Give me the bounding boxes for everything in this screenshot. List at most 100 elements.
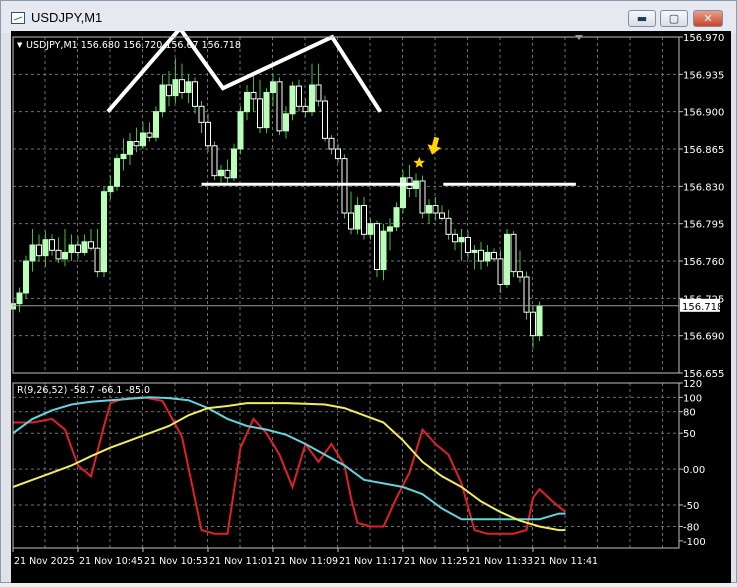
bear-candle	[523, 276, 530, 313]
bull-candle	[263, 91, 270, 129]
bull-candle	[107, 185, 114, 193]
bear-candle	[49, 239, 55, 251]
bull-candle	[309, 84, 315, 113]
y-tick-label: 156.760	[683, 257, 724, 268]
bear-candle	[517, 271, 523, 278]
bear-candle	[211, 145, 218, 177]
bull-candle	[185, 81, 192, 93]
arrow-down-icon	[427, 136, 442, 155]
bull-candle	[114, 158, 120, 187]
window-titlebar[interactable]: USDJPY,M1 ▬ ▢ ✕	[1, 1, 736, 33]
bear-candle	[322, 100, 328, 139]
bull-candle	[140, 132, 146, 147]
bull-candle	[172, 79, 179, 97]
y-tick-label: 156.935	[683, 70, 724, 81]
bull-candle	[218, 169, 224, 177]
bear-candle	[302, 105, 309, 113]
price-chart-svg: 156.970 156.935 156.900 156.865 156.830 156.7…	[10, 25, 724, 567]
bear-candle	[94, 247, 101, 273]
bull-candle	[231, 148, 237, 179]
bull-candle	[387, 226, 393, 232]
bull-candle	[23, 260, 29, 294]
window-title: USDJPY,M1	[31, 10, 103, 25]
bear-candle	[510, 233, 517, 273]
x-tick-label: 21 Nov 11:17	[339, 556, 403, 567]
bull-candle	[120, 153, 127, 160]
bull-candle	[237, 111, 244, 150]
bear-candle	[276, 81, 283, 132]
bull-candle	[354, 205, 361, 230]
bull-candle	[62, 251, 68, 260]
rsi-red-line	[13, 396, 567, 535]
bear-candle	[198, 105, 205, 123]
bear-candle	[432, 205, 439, 214]
bear-candle	[36, 244, 42, 257]
x-tick-label: 21 Nov 11:33	[469, 556, 533, 567]
bear-candle	[361, 205, 367, 235]
rsi-y-tick-label: 50	[683, 429, 696, 440]
bull-candle	[289, 85, 296, 115]
x-tick-label: 21 Nov 11:25	[404, 556, 468, 567]
bull-candle	[504, 233, 510, 285]
minimize-button[interactable]: ▬	[628, 10, 656, 27]
bull-candle	[426, 205, 432, 214]
rsi-y-tick-label: 80	[683, 408, 696, 419]
bear-candle	[348, 212, 354, 230]
y-tick-label: 156.690	[683, 332, 724, 343]
rsi-y-tick-label: -100	[683, 537, 706, 548]
bull-candle	[153, 111, 159, 138]
bull-candle	[81, 241, 88, 253]
y-tick-label: 156.865	[683, 145, 724, 156]
current-price-label: 156.718	[682, 302, 723, 313]
bear-candle	[445, 217, 452, 235]
bull-candle	[380, 230, 387, 271]
bull-candle	[29, 244, 36, 262]
chart-menu-icon: ▼	[17, 41, 23, 49]
bear-candle	[439, 212, 445, 219]
bear-candle	[374, 223, 380, 271]
terminal-window: USDJPY,M1 ▬ ▢ ✕ 156.970 156.935 156.900 156…	[0, 0, 737, 583]
bear-candle	[179, 79, 185, 93]
rsi-header: R(9,26,52) -58.7 -66.1 -85.0	[17, 385, 150, 396]
rsi-y-tick-label: 0.00	[683, 465, 705, 476]
maximize-button[interactable]: ▢	[660, 10, 688, 27]
bull-candle	[536, 305, 543, 337]
y-tick-label: 156.830	[683, 182, 724, 193]
rsi-yellow-line	[12, 402, 566, 532]
bull-candle	[42, 239, 49, 257]
bear-candle	[257, 98, 263, 129]
x-tick-label: 21 Nov 11:41	[534, 556, 598, 567]
bear-candle	[497, 258, 504, 285]
y-tick-label: 156.970	[683, 33, 724, 44]
bear-candle	[192, 81, 198, 107]
bear-candle	[205, 121, 211, 147]
bear-candle	[146, 132, 153, 138]
bear-candle	[224, 169, 231, 179]
bear-candle	[491, 251, 497, 260]
bull-candle	[101, 191, 107, 273]
x-tick-label: 21 Nov 10:45	[79, 556, 143, 567]
bull-candle	[393, 207, 400, 228]
bear-candle	[166, 84, 172, 97]
bull-candle	[127, 141, 133, 155]
bear-candle	[530, 311, 536, 337]
chart-area[interactable]: 156.970 156.935 156.900 156.865 156.830 156.7…	[10, 25, 731, 583]
bear-candle	[75, 244, 81, 253]
chart-window-icon	[11, 12, 25, 24]
star-marker-icon	[413, 156, 425, 168]
y-tick-label: 156.795	[683, 220, 724, 231]
bear-candle	[315, 84, 322, 102]
bull-candle	[244, 91, 250, 113]
bear-candle	[478, 249, 484, 262]
bull-candle	[16, 292, 23, 305]
close-button[interactable]: ✕	[693, 10, 723, 27]
bull-candle	[484, 251, 491, 262]
bear-candle	[452, 233, 458, 243]
x-tick-label: 21 Nov 11:09	[274, 556, 338, 567]
ohlc-header: USDJPY,M1 156.680 156.720 156.67 156.718	[26, 40, 241, 51]
bear-candle	[55, 249, 62, 260]
rsi-y-tick-label: -50	[683, 501, 699, 512]
bear-candle	[419, 180, 426, 214]
rsi-y-tick-label: -80	[683, 522, 699, 533]
y-tick-label: 156.900	[683, 108, 724, 119]
